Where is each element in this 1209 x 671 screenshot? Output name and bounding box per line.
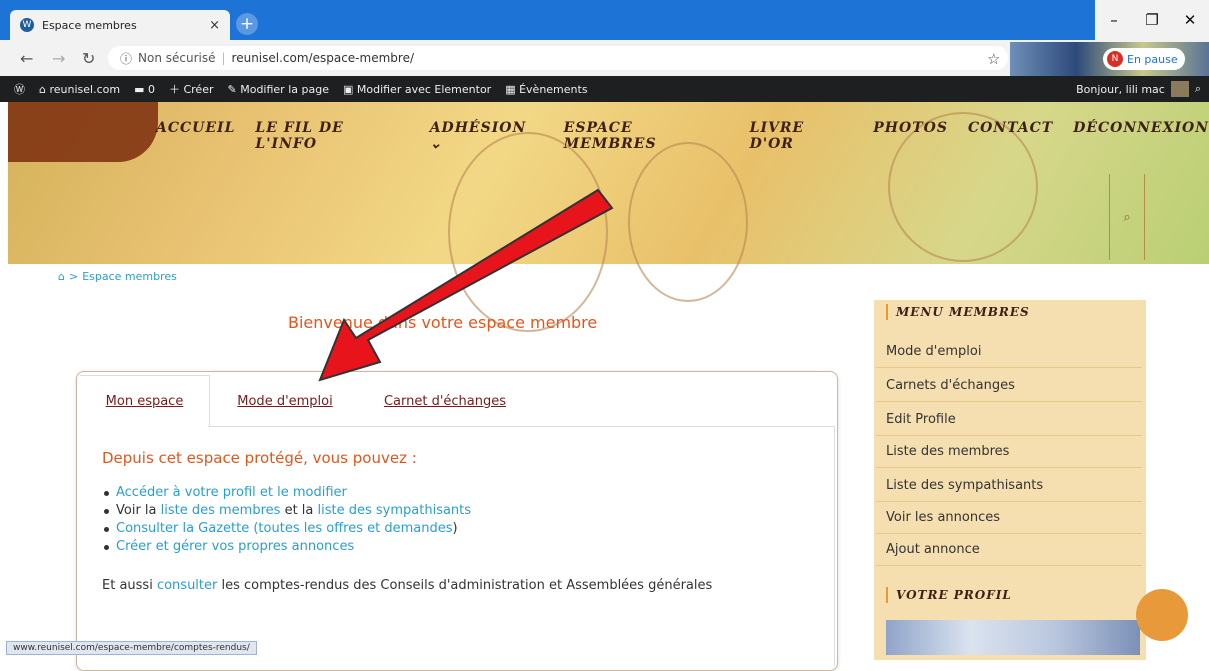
extra-pre: Et aussi (102, 578, 157, 593)
wp-user-avatar (1170, 81, 1189, 97)
list-text: Voir la (116, 503, 161, 518)
wp-events-label: Évènements (519, 82, 588, 96)
sympathisants-list-link[interactable]: liste des sympathisants (318, 503, 472, 518)
wordpress-favicon-icon: W (20, 18, 34, 32)
sidebar-item-ajout-annonce[interactable]: Ajout annonce (876, 534, 1142, 566)
reload-icon[interactable]: ↻ (82, 49, 95, 68)
wp-site-link[interactable]: ⌂ reunisel.com (39, 83, 120, 96)
sidebar-item-edit-profile[interactable]: Edit Profile (876, 404, 1142, 436)
profile-link[interactable]: Accéder à votre profil et le modifier (116, 485, 347, 500)
list-item: Consulter la Gazette (toutes les offres … (104, 520, 471, 538)
nav-espace-membres[interactable]: ESPACE MEMBRES (564, 120, 730, 152)
decorative-leaf (628, 142, 748, 302)
comptes-rendus-link[interactable]: consulter (157, 578, 217, 593)
wp-comments-link[interactable]: ▬ 0 (134, 83, 155, 96)
list-item: Accéder à votre profil et le modifier (104, 484, 471, 502)
info-icon[interactable]: ⓘ (120, 50, 132, 67)
nav-photos[interactable]: PHOTOS (873, 120, 948, 152)
nav-accueil[interactable]: ACCUEIL (156, 120, 235, 152)
floating-action-button[interactable] (1136, 589, 1188, 641)
header-search-button[interactable]: ⌕ (1109, 174, 1145, 260)
wp-edit-label: Modifier la page (240, 82, 329, 96)
header-logo-fragment (8, 102, 158, 162)
breadcrumb-separator: > (68, 270, 79, 283)
sidebar-item-membres[interactable]: Liste des membres (876, 436, 1142, 468)
nav-adhesion[interactable]: ADHÉSION ⌄ (430, 120, 544, 152)
breadcrumb-current: Espace membres (82, 270, 177, 283)
extra-post: les comptes-rendus des Conseils d'admini… (217, 578, 713, 593)
bookmark-star-icon[interactable]: ☆ (987, 50, 1000, 68)
wp-elementor-label: Modifier avec Elementor (356, 82, 492, 96)
tab-title: Espace membres (42, 18, 137, 32)
maximize-button[interactable]: ❐ (1133, 0, 1171, 40)
url-text: reunisel.com/espace-membre/ (231, 51, 414, 65)
sidebar-heading-profil: VOTRE PROFIL (886, 587, 1012, 603)
forward-arrow-icon[interactable]: → (52, 49, 65, 68)
paused-label: En pause (1127, 52, 1178, 66)
wordpress-logo-icon[interactable]: Ⓦ (14, 81, 25, 97)
profile-avatar-icon: N (1107, 51, 1123, 67)
extra-text: Et aussi consulter les comptes-rendus de… (102, 578, 712, 593)
annonces-link[interactable]: Créer et gérer vos propres annonces (116, 539, 354, 554)
feature-list: Accéder à votre profil et le modifier Vo… (104, 484, 471, 556)
tab-mon-espace[interactable]: Mon espace (80, 375, 210, 427)
sidebar-heading-label: VOTRE PROFIL (896, 588, 1012, 602)
wp-search-icon[interactable]: ⌕ (1195, 82, 1201, 96)
sidebar-item-sympathisants[interactable]: Liste des sympathisants (876, 470, 1142, 502)
wp-comments-count: 0 (147, 82, 155, 96)
list-text: et la (280, 503, 318, 518)
profile-paused-button[interactable]: N En pause (1103, 48, 1185, 70)
search-icon: ⌕ (1123, 209, 1131, 225)
main-navigation: ACCUEIL LE FIL DE L'INFO ADHÉSION ⌄ ESPA… (156, 120, 1209, 152)
nav-contact[interactable]: CONTACT (968, 120, 1053, 152)
minimize-button[interactable]: – (1095, 0, 1133, 40)
tab-close-icon[interactable]: × (209, 18, 220, 33)
wp-admin-bar: Ⓦ ⌂ reunisel.com ▬ 0 ＋ Créer ✎ Modifier … (0, 76, 1209, 102)
status-bar-url: www.reunisel.com/espace-membre/comptes-r… (6, 641, 257, 655)
address-divider: | (221, 51, 226, 65)
close-window-button[interactable]: ✕ (1171, 0, 1209, 40)
nav-livre-or[interactable]: LIVRE D'OR (750, 120, 854, 152)
address-bar[interactable]: ⓘ Non sécurisé | reunisel.com/espace-mem… (108, 46, 1008, 70)
nav-deconnexion[interactable]: DÉCONNEXION (1073, 120, 1209, 152)
sidebar-item-carnets[interactable]: Carnets d'échanges (876, 370, 1142, 402)
new-tab-button[interactable]: + (236, 13, 258, 35)
heading-accent (886, 587, 888, 603)
breadcrumb: ⌂ > Espace membres (58, 270, 177, 283)
red-arrow-annotation (318, 188, 614, 382)
wp-edit-page-link[interactable]: ✎ Modifier la page (228, 83, 329, 96)
panel-heading: Depuis cet espace protégé, vous pouvez : (102, 449, 417, 467)
home-icon[interactable]: ⌂ (58, 270, 65, 283)
list-text: ) (452, 521, 458, 536)
security-label: Non sécurisé (138, 51, 216, 65)
members-list-link[interactable]: liste des membres (161, 503, 281, 518)
wp-create-link[interactable]: ＋ Créer (169, 81, 214, 97)
nav-fil-info[interactable]: LE FIL DE L'INFO (255, 120, 409, 152)
tab-divider (208, 426, 834, 427)
wp-create-label: Créer (183, 83, 214, 96)
profile-image (886, 620, 1140, 655)
wp-elementor-link[interactable]: ▣ Modifier avec Elementor (343, 83, 491, 96)
arrow-shape (318, 188, 614, 382)
wp-greeting: Bonjour, lili mac (1076, 82, 1165, 96)
sidebar-item-annonces[interactable]: Voir les annonces (876, 502, 1142, 534)
sidebar-heading-label: MENU MEMBRES (896, 305, 1030, 319)
wp-events-link[interactable]: ▦ Évènements (505, 83, 587, 96)
list-item: Créer et gérer vos propres annonces (104, 538, 471, 556)
back-arrow-icon[interactable]: ← (20, 49, 33, 68)
panel-border (834, 426, 835, 666)
list-item: Voir la liste des membres et la liste de… (104, 502, 471, 520)
gazette-link[interactable]: Consulter la Gazette (toutes les offres … (116, 521, 452, 536)
heading-accent (886, 304, 888, 320)
wp-site-label: reunisel.com (49, 82, 121, 96)
browser-tab[interactable]: W Espace membres × (10, 10, 230, 40)
wp-account-area[interactable]: Bonjour, lili mac ⌕ (1076, 76, 1201, 102)
sidebar-item-mode-emploi[interactable]: Mode d'emploi (876, 336, 1142, 368)
sidebar-heading-menu: MENU MEMBRES (886, 304, 1030, 320)
